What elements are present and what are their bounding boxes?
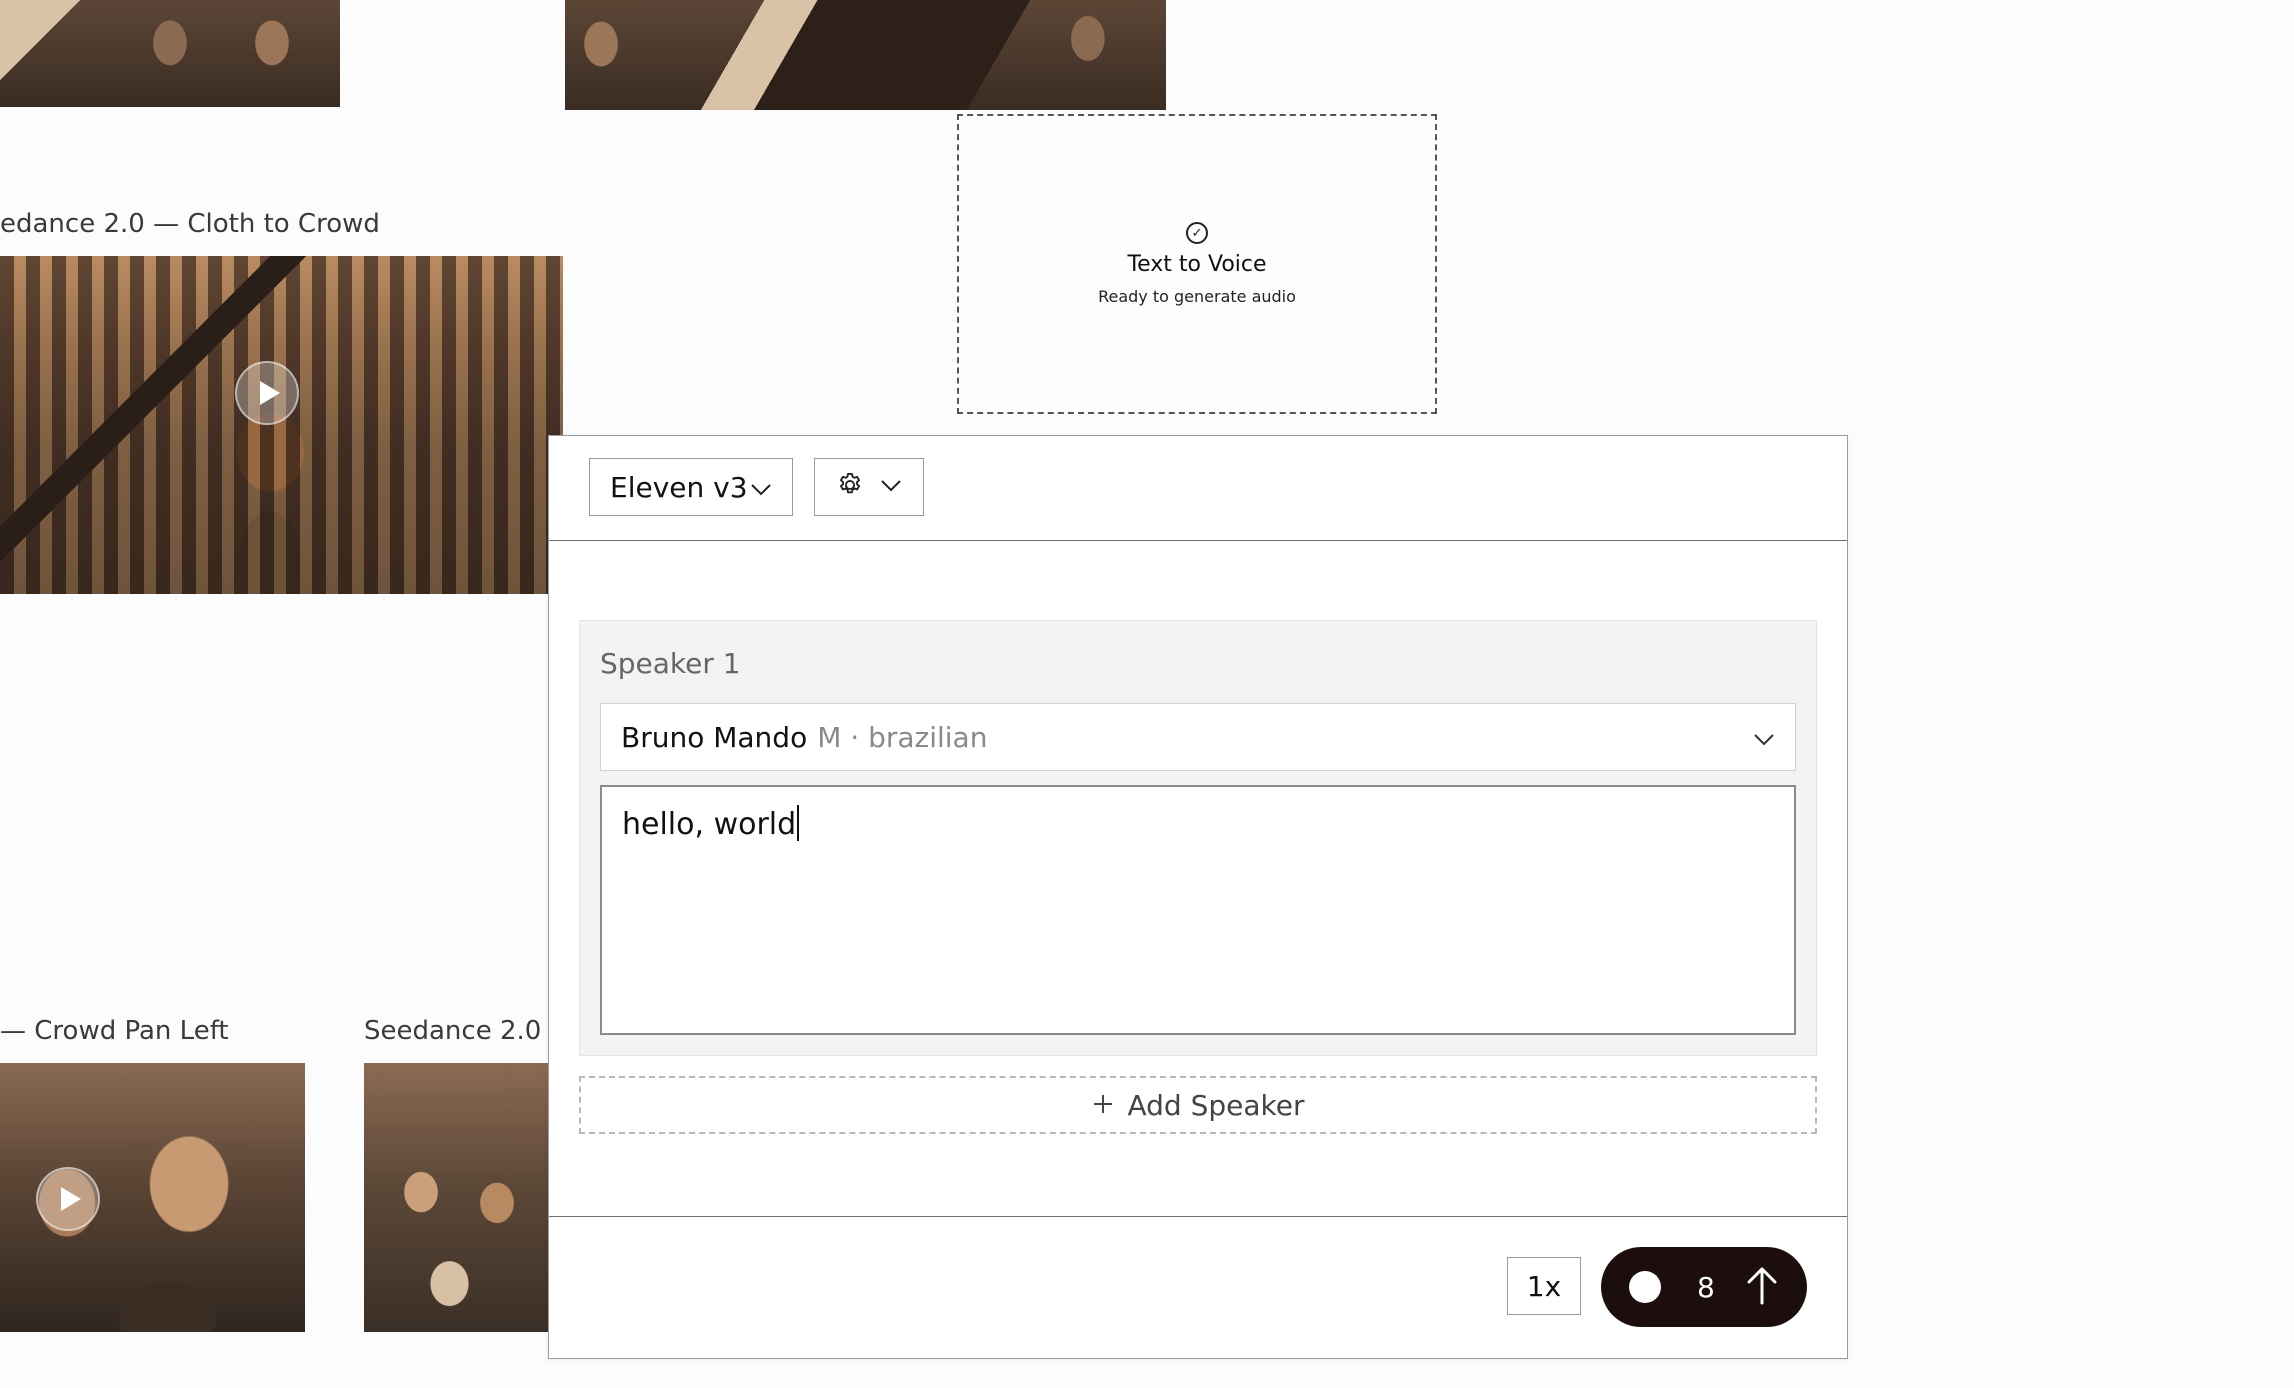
credit-count: 8 <box>1697 1270 1715 1304</box>
media-card-title: Seedance 2.0 - <box>364 1016 559 1046</box>
speaker-text-input[interactable]: hello, world <box>600 785 1796 1035</box>
arrow-up-icon <box>1745 1265 1779 1309</box>
settings-dropdown[interactable] <box>814 458 924 516</box>
panel-footer: 1x 8 <box>549 1216 1847 1358</box>
speaker-text-value: hello, world <box>622 807 797 842</box>
chevron-down-icon <box>1753 721 1775 754</box>
play-icon[interactable] <box>36 1167 100 1231</box>
plus-icon <box>1092 1089 1114 1122</box>
add-speaker-button[interactable]: Add Speaker <box>579 1076 1817 1134</box>
voice-name: Bruno Mando <box>621 720 808 754</box>
video-thumbnail <box>0 0 340 107</box>
text-caret <box>797 805 800 841</box>
speed-button[interactable]: 1x <box>1507 1257 1581 1315</box>
node-status: Ready to generate audio <box>1098 287 1296 306</box>
video-thumbnail <box>565 0 1166 110</box>
chevron-down-icon <box>750 471 772 504</box>
add-speaker-label: Add Speaker <box>1127 1088 1305 1122</box>
gear-icon <box>836 471 864 503</box>
speaker-card: Speaker 1 Bruno Mando M · brazilian hell… <box>579 620 1817 1056</box>
generate-button[interactable]: 8 <box>1601 1247 1807 1327</box>
media-card-crowd-pan-left[interactable] <box>0 1063 305 1332</box>
text-to-voice-panel: Eleven v3 Speaker 1 Bruno Mando M · braz… <box>548 435 1848 1359</box>
check-circle-icon: ✓ <box>1186 222 1208 244</box>
video-thumbnail <box>0 256 563 594</box>
credit-icon <box>1629 1271 1661 1303</box>
media-card-cloth-to-crowd[interactable] <box>0 256 563 594</box>
panel-header: Eleven v3 <box>549 436 1847 541</box>
text-to-voice-node[interactable]: ✓ Text to Voice Ready to generate audio <box>957 114 1437 414</box>
model-select-label: Eleven v3 <box>610 470 748 504</box>
voice-select[interactable]: Bruno Mando M · brazilian <box>600 703 1796 771</box>
speaker-label: Speaker 1 <box>600 647 741 680</box>
media-card-top-left[interactable] <box>0 0 340 107</box>
media-card-title: edance 2.0 — Cloth to Crowd <box>0 209 380 239</box>
video-thumbnail <box>364 1063 554 1332</box>
media-card-seedance[interactable] <box>364 1063 554 1332</box>
media-card-top-middle[interactable] <box>565 0 1166 110</box>
model-select[interactable]: Eleven v3 <box>589 458 793 516</box>
media-card-title: — Crowd Pan Left <box>0 1016 229 1046</box>
play-icon[interactable] <box>235 361 299 425</box>
voice-meta: M · brazilian <box>817 720 988 754</box>
node-title: Text to Voice <box>1127 252 1267 277</box>
chevron-down-icon <box>880 478 902 497</box>
